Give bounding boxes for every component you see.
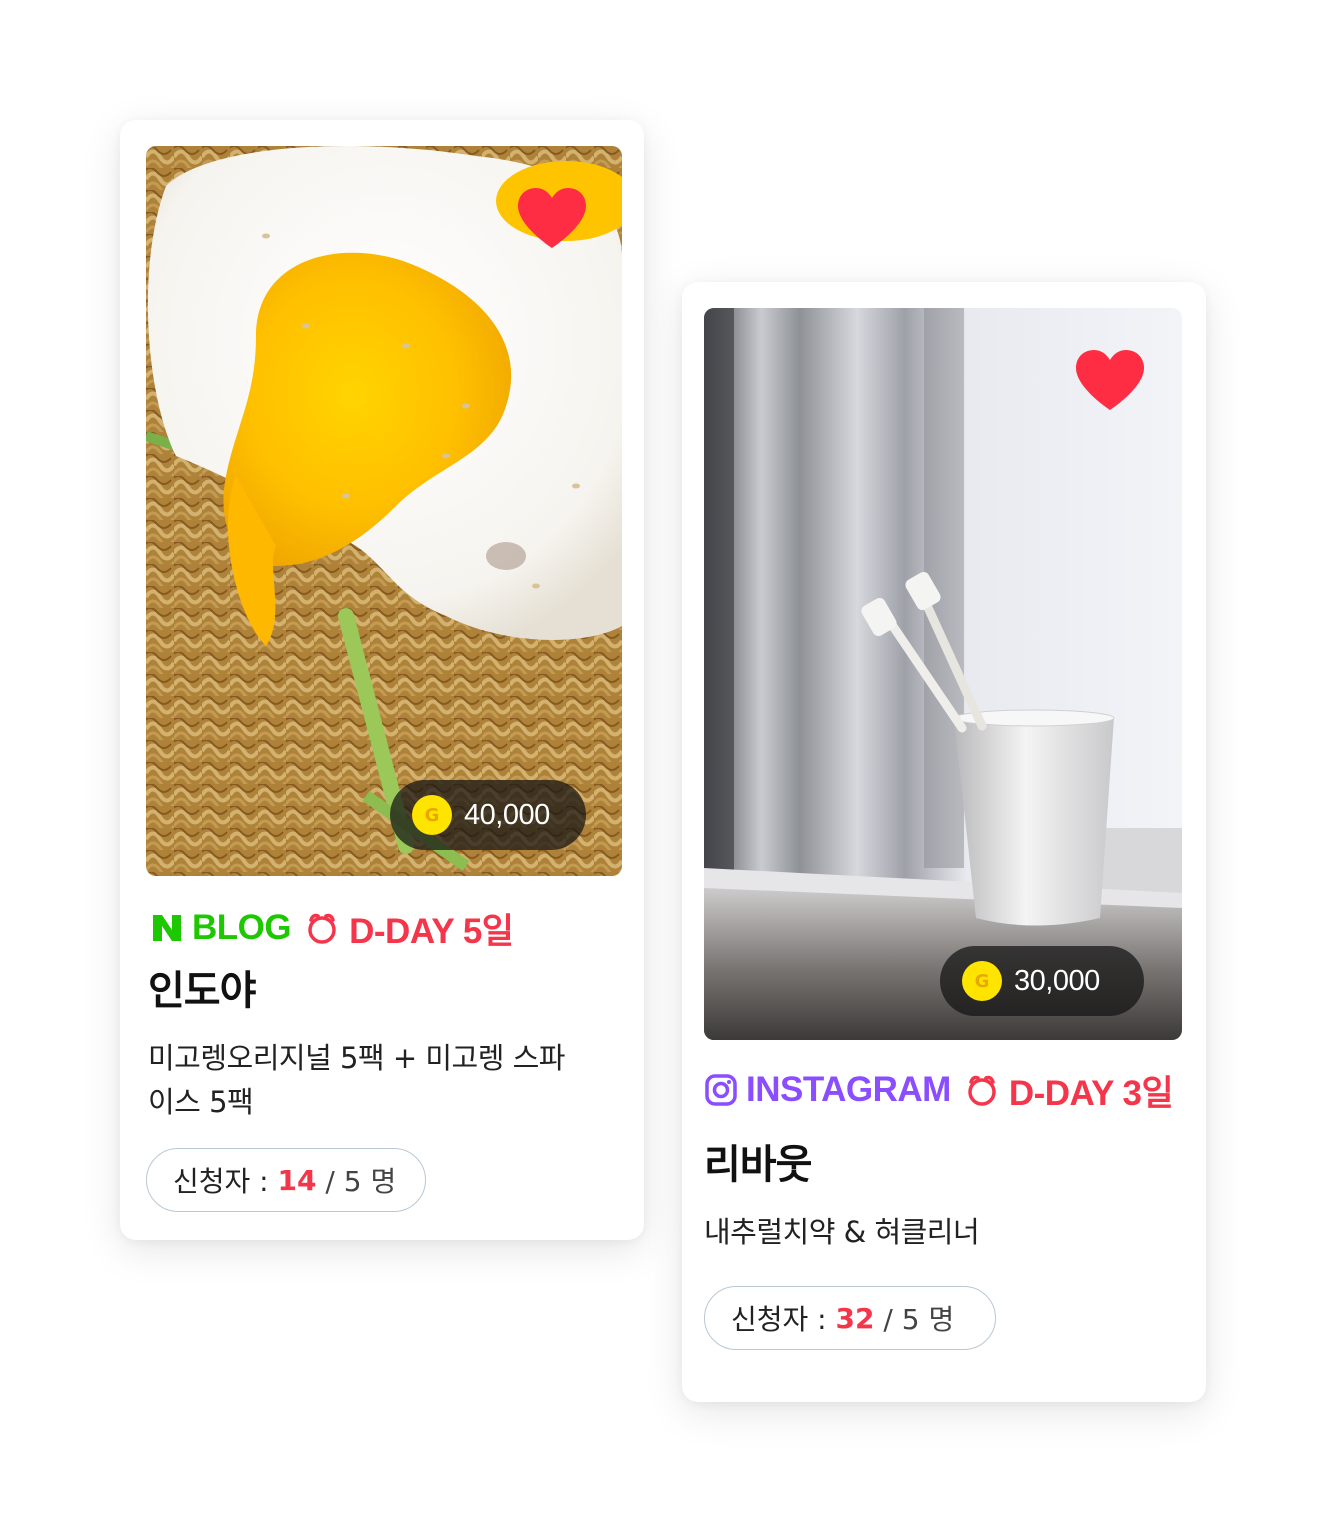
dday-label: D-DAY 3일 bbox=[1008, 1073, 1174, 1113]
reward-points-badge: G 40,000 bbox=[390, 780, 586, 850]
campaign-meta-row: INSTAGRAM D-DAY 3일 bbox=[704, 1066, 1174, 1114]
campaign-description: 내추럴치약 & 혀클리너 bbox=[704, 1215, 980, 1249]
campaign-title[interactable]: 인도야 bbox=[148, 958, 256, 1016]
campaign-card[interactable]: G 40,000 BLOG D-DAY 5일 인도야 미고렝오리지널 5팩 + … bbox=[120, 120, 644, 1240]
applicants-badge: 신청자 : 32 / 5 명 bbox=[704, 1286, 996, 1350]
reward-points-value: 40,000 bbox=[464, 798, 550, 831]
campaign-card[interactable]: G 30,000 INSTAGRAM D-DAY 3일 리바웃 내추럴치약 & … bbox=[682, 282, 1206, 1402]
platform-label: BLOG bbox=[192, 908, 292, 947]
platform-label: INSTAGRAM bbox=[746, 1070, 951, 1109]
applicants-count: 14 bbox=[277, 1163, 317, 1197]
campaign-title[interactable]: 리바웃 bbox=[704, 1132, 812, 1190]
applicants-total: / 5 명 bbox=[883, 1303, 955, 1336]
reward-points-badge: G 30,000 bbox=[940, 946, 1144, 1016]
campaign-meta-row: BLOG D-DAY 5일 bbox=[150, 904, 514, 952]
dday-label: D-DAY 5일 bbox=[349, 911, 514, 951]
alarm-clock-icon bbox=[308, 913, 336, 944]
favorite-heart-icon[interactable] bbox=[516, 186, 588, 250]
campaign-description: 미고렝오리지널 5팩 + 미고렝 스파이스 5팩 bbox=[148, 1041, 565, 1119]
coin-icon: G bbox=[962, 961, 1002, 1001]
reward-points-value: 30,000 bbox=[1014, 964, 1100, 997]
applicants-label: 신청자 : bbox=[173, 1165, 269, 1198]
applicants-label: 신청자 : bbox=[731, 1303, 827, 1336]
food-photo-image bbox=[146, 146, 622, 876]
alarm-clock-icon bbox=[968, 1075, 996, 1106]
campaign-thumbnail[interactable]: G 30,000 bbox=[704, 308, 1182, 1040]
applicants-total: / 5 명 bbox=[325, 1165, 397, 1198]
campaign-thumbnail[interactable]: G 40,000 bbox=[146, 146, 622, 876]
naver-blog-icon bbox=[153, 915, 181, 941]
applicants-badge: 신청자 : 14 / 5 명 bbox=[146, 1148, 426, 1212]
favorite-heart-icon[interactable] bbox=[1074, 348, 1146, 412]
applicants-count: 32 bbox=[835, 1301, 875, 1335]
instagram-icon bbox=[705, 1074, 737, 1106]
toothbrush-cup-photo-image bbox=[704, 308, 1182, 1040]
coin-icon: G bbox=[412, 795, 452, 835]
